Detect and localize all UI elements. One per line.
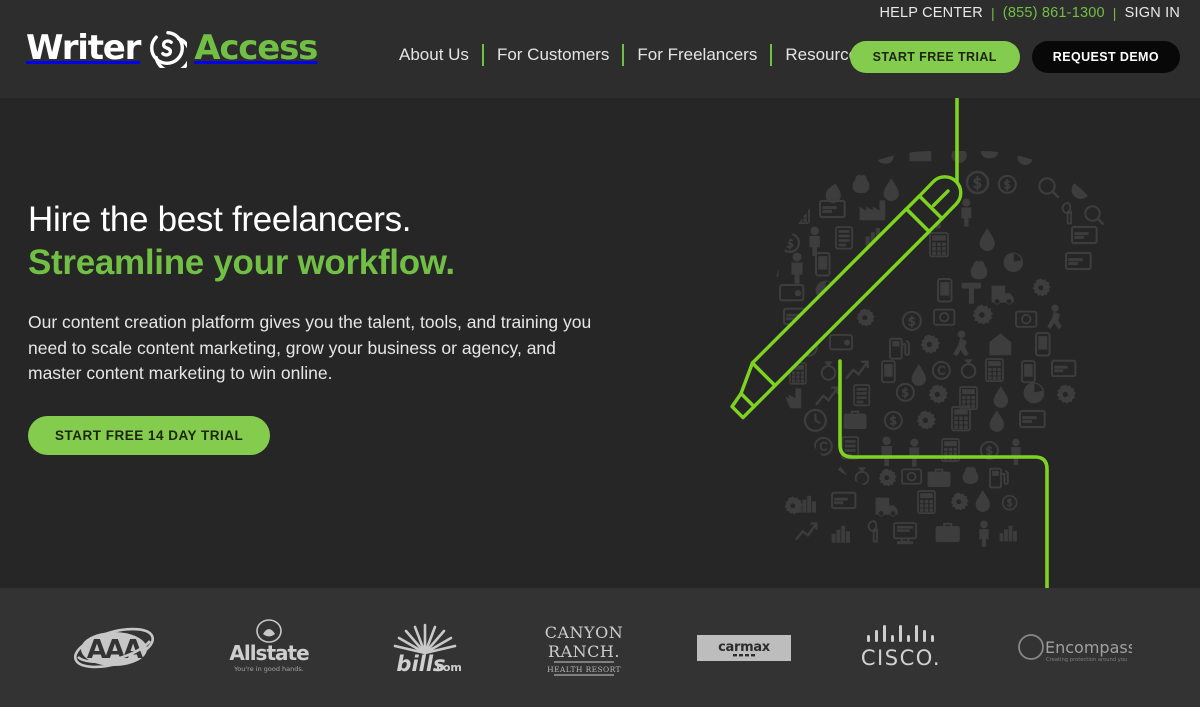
phone-link[interactable]: (855) 861-1300: [1003, 5, 1105, 21]
site-header: HELP CENTER | (855) 861-1300 | SIGN IN W…: [0, 0, 1200, 98]
allstate-tagline: You're in good hands.: [233, 665, 304, 673]
hero-start-free-14-day-trial-button[interactable]: START FREE 14 DAY TRIAL: [28, 415, 271, 455]
bills-com-logo: bills .com: [379, 612, 471, 684]
client-logo-band: AAA Allstate You're in good hands. bills…: [0, 588, 1200, 707]
carmax-logo: carmax: [697, 612, 792, 684]
allstate-logo: Allstate You're in good hands.: [223, 612, 315, 684]
aaa-logo: AAA: [68, 612, 160, 684]
ranch-word: RANCH.: [548, 642, 620, 661]
utility-bar: HELP CENTER | (855) 861-1300 | SIGN IN: [879, 5, 1180, 21]
carmax-wordmark: carmax: [718, 640, 771, 655]
header-cta-group: START FREE TRIAL REQUEST DEMO: [849, 41, 1180, 73]
hero-headline-line-1: Hire the best freelancers.: [28, 200, 412, 239]
encompass-wordmark: Encompass: [1045, 638, 1132, 657]
help-center-link[interactable]: HELP CENTER: [879, 5, 982, 21]
nav-item-about-us[interactable]: About Us: [386, 44, 482, 66]
encompass-logo: Encompass Creating protection around you: [1016, 612, 1132, 684]
canyon-tagline: HEALTH RESORT: [547, 665, 621, 674]
start-free-trial-button[interactable]: START FREE TRIAL: [849, 41, 1020, 73]
brand-logo[interactable]: Writer Access: [26, 28, 318, 74]
brand-name-writer: Writer: [26, 28, 141, 68]
encompass-tagline: Creating protection around you: [1046, 657, 1127, 663]
cisco-logo: CISCO.: [855, 612, 953, 684]
hero-copy: Hire the best freelancers. Streamline yo…: [28, 198, 628, 455]
cisco-wordmark: CISCO.: [861, 646, 941, 670]
utility-separator-1: |: [990, 5, 995, 21]
utility-separator-2: |: [1112, 5, 1117, 21]
request-demo-button[interactable]: REQUEST DEMO: [1031, 41, 1180, 73]
hero-section: Hire the best freelancers. Streamline yo…: [0, 98, 1200, 588]
nav-item-for-customers[interactable]: For Customers: [484, 44, 622, 66]
circle-s-icon: [147, 28, 192, 74]
nav-item-for-freelancers[interactable]: For Freelancers: [624, 44, 770, 66]
bills-dotcom: .com: [432, 661, 462, 674]
allstate-wordmark: Allstate: [229, 641, 309, 665]
sign-in-link[interactable]: SIGN IN: [1125, 5, 1180, 21]
head-of-icons-with-pen-illustration: $ $ € C: [680, 98, 1200, 588]
brand-name-access: Access: [194, 28, 318, 68]
canyon-word: CANYON: [545, 623, 623, 642]
canyon-ranch-logo: CANYON RANCH. HEALTH RESORT: [534, 612, 634, 684]
hero-subtext: Our content creation platform gives you …: [28, 312, 592, 383]
main-navigation: About Us For Customers For Freelancers R…: [386, 44, 880, 66]
hero-headline-line-2: Streamline your workflow.: [28, 243, 455, 282]
